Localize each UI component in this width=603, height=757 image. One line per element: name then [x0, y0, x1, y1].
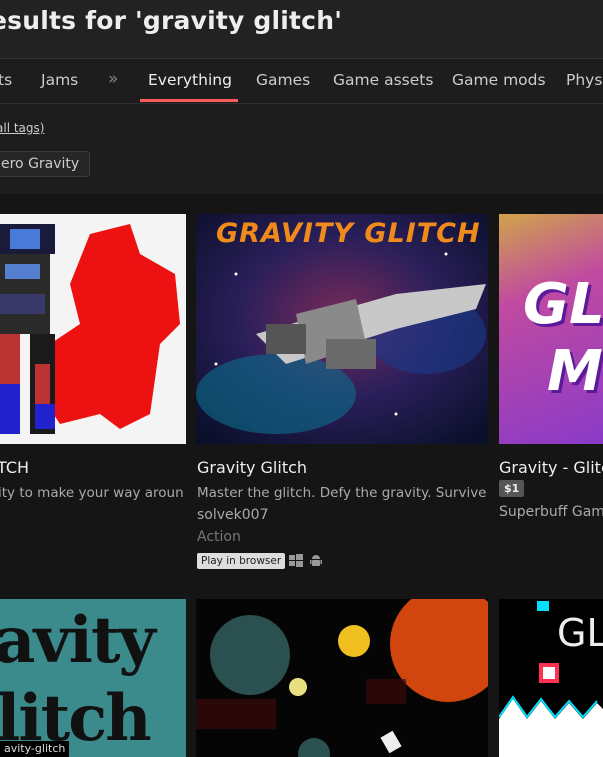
- price-badge: $1: [499, 480, 525, 497]
- result-thumbnail-2[interactable]: GRAVITY GLITCH: [196, 214, 488, 444]
- thumbnail-2-title-art: GRAVITY GLITCH: [216, 218, 481, 249]
- page-title: esults for 'gravity glitch': [0, 6, 343, 35]
- result-author-3[interactable]: Superbuff Game: [499, 504, 603, 520]
- result-genre-2: Action: [197, 529, 241, 545]
- result-thumbnail-4[interactable]: avity litch: [0, 599, 186, 757]
- tag-chip-zero-gravity[interactable]: ero Gravity: [0, 151, 91, 177]
- all-tags-link[interactable]: all tags): [0, 121, 44, 135]
- tab-everything[interactable]: Everything: [148, 71, 232, 89]
- windows-icon: [289, 553, 303, 572]
- result-thumbnail-6[interactable]: GL: [499, 599, 603, 757]
- tab-game-assets[interactable]: Game assets: [333, 71, 433, 89]
- android-icon: [309, 553, 323, 572]
- thumbnail-4-text-1: avity: [0, 603, 156, 678]
- active-tab-indicator: [140, 99, 238, 102]
- result-thumbnail-1[interactable]: [0, 214, 186, 444]
- result-description-1: ity to make your way aroun...: [0, 485, 184, 501]
- thumbnail-6-text: GL: [557, 611, 603, 655]
- thumbnail-3-text-2: M: [547, 339, 603, 404]
- more-tabs-icon[interactable]: »: [108, 69, 118, 89]
- tab-assets-partial[interactable]: ts: [0, 71, 12, 89]
- tab-bar: ts Jams » Everything Games Game assets G…: [0, 58, 603, 104]
- page-header: esults for 'gravity glitch': [0, 0, 603, 58]
- tab-games[interactable]: Games: [256, 71, 310, 89]
- tab-jams[interactable]: Jams: [41, 71, 78, 89]
- thumbnail-3-text-1: GL: [523, 272, 603, 337]
- tab-game-mods[interactable]: Game mods: [452, 71, 546, 89]
- result-author-2[interactable]: solvek007: [197, 507, 268, 523]
- thumbnail-4-caption: avity-glitch: [0, 741, 70, 757]
- result-title-2[interactable]: Gravity Glitch: [197, 458, 307, 477]
- tab-physical[interactable]: Phys: [566, 71, 602, 89]
- result-thumbnail-3[interactable]: GL M: [499, 214, 603, 444]
- play-in-browser-badge: Play in browser: [197, 553, 286, 569]
- result-description-2: Master the glitch. Defy the gravity. Sur…: [197, 485, 487, 501]
- result-thumbnail-5[interactable]: [196, 599, 488, 757]
- result-title-1[interactable]: TCH: [0, 458, 29, 477]
- result-title-3[interactable]: Gravity - Glitc: [499, 458, 603, 477]
